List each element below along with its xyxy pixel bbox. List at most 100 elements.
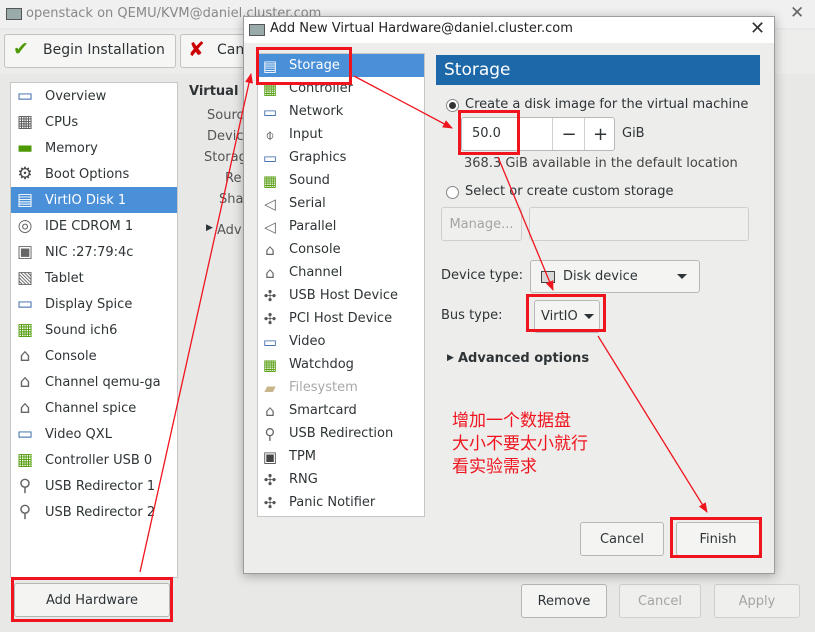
hardware-type-item[interactable]: ✣ Panic Notifier — [258, 491, 424, 514]
hardware-type-label: Console — [289, 242, 341, 257]
hardware-type-label: RNG — [289, 472, 318, 487]
manage-button[interactable]: Manage... — [441, 207, 522, 241]
hardware-item[interactable]: ▦ Sound ich6 — [11, 317, 177, 343]
disk-size-unit: GiB — [622, 126, 645, 141]
mouse-icon: ⌽ — [265, 125, 275, 144]
hardware-item[interactable]: ▦ CPUs — [11, 109, 177, 135]
tpm-icon: ▣ — [262, 447, 278, 466]
custom-storage-path-input[interactable] — [529, 207, 749, 241]
network-card-icon: ▣ — [16, 242, 34, 262]
hardware-type-item[interactable]: ▣ TPM — [258, 445, 424, 468]
hardware-type-item[interactable]: ⌂ Channel — [258, 261, 424, 284]
dialog-app-icon — [249, 24, 265, 36]
hardware-type-item[interactable]: ◁ Parallel — [258, 215, 424, 238]
hardware-type-label: Network — [289, 104, 344, 119]
add-hardware-dialog: Add New Virtual Hardware@daniel.cluster.… — [243, 16, 775, 574]
hardware-type-item[interactable]: ▭ Graphics — [258, 146, 424, 169]
bus-type-label: Bus type: — [441, 308, 503, 323]
highlight-storage — [256, 47, 352, 85]
disk-icon: ▤ — [16, 190, 34, 210]
hardware-type-item[interactable]: ◁ Serial — [258, 192, 424, 215]
custom-storage-radio[interactable] — [446, 186, 459, 199]
device-type-label: Device type: — [441, 268, 524, 283]
hardware-item[interactable]: ⚲ USB Redirector 2 — [11, 499, 177, 525]
hardware-type-item[interactable]: ⌽ Input — [258, 123, 424, 146]
cancel-installation-button[interactable]: ✘ Cancel — [180, 34, 252, 68]
hardware-type-item[interactable]: ⌂ Console — [258, 238, 424, 261]
hardware-item[interactable]: ▭ Display Spice — [11, 291, 177, 317]
hardware-type-label: TPM — [289, 449, 316, 464]
hardware-item[interactable]: ⌂ Channel spice — [11, 395, 177, 421]
hardware-item-label: Channel qemu-ga — [45, 374, 161, 390]
hardware-type-item[interactable]: ✣ USB Host Device — [258, 284, 424, 307]
begin-installation-button[interactable]: ✔ Begin Installation — [4, 34, 176, 68]
usb-redirection-icon: ⚲ — [264, 424, 276, 443]
hardware-type-item[interactable]: ✣ PCI Host Device — [258, 307, 424, 330]
custom-storage-label: Select or create custom storage — [465, 184, 674, 199]
highlight-add-hardware — [11, 577, 173, 622]
hardware-item[interactable]: ◎ IDE CDROM 1 — [11, 213, 177, 239]
hardware-item[interactable]: ▧ Tablet — [11, 265, 177, 291]
details-source-label: Sourc — [207, 108, 244, 123]
hardware-item[interactable]: ▭ Overview — [11, 83, 177, 109]
hardware-item[interactable]: ▭ Video QXL — [11, 421, 177, 447]
hardware-type-label: Smartcard — [289, 403, 357, 418]
annotation-line-3: 看实验需求 — [452, 457, 537, 477]
hardware-item[interactable]: ⚙ Boot Options — [11, 161, 177, 187]
increase-size-button[interactable]: + — [584, 118, 616, 150]
hardware-list[interactable]: ▭ Overview ▦ CPUs ▬ Memory ⚙ Boot Options ▤ VirtI… — [10, 82, 178, 578]
hardware-item[interactable]: ▦ Controller USB 0 — [11, 447, 177, 473]
hardware-type-item[interactable]: ⌂ Smartcard — [258, 399, 424, 422]
channel-icon: ⌂ — [19, 372, 31, 392]
details-advanced-expander-icon[interactable]: ▶ — [206, 223, 213, 233]
dialog-cancel-button[interactable]: Cancel — [580, 522, 664, 556]
hardware-type-label: Panic Notifier — [289, 495, 376, 510]
decrease-size-button[interactable]: − — [552, 118, 585, 150]
network-icon: ▭ — [262, 102, 278, 121]
hardware-item[interactable]: ⚲ USB Redirector 1 — [11, 473, 177, 499]
hardware-item-label: VirtIO Disk 1 — [45, 192, 127, 208]
console-icon: ⌂ — [265, 240, 275, 259]
channel-icon: ⌂ — [19, 398, 31, 418]
disk-device-icon — [541, 270, 555, 283]
hardware-item[interactable]: ⌂ Console — [11, 343, 177, 369]
device-type-combo[interactable]: Disk device — [530, 260, 700, 293]
bottom-cancel-button[interactable]: Cancel — [619, 584, 701, 618]
hardware-type-label: Watchdog — [289, 357, 354, 372]
hardware-type-label: Graphics — [289, 150, 347, 165]
remove-button[interactable]: Remove — [521, 584, 607, 618]
hardware-type-label: Serial — [289, 196, 326, 211]
parallel-icon: ◁ — [264, 217, 276, 236]
checkmark-icon: ✔ — [13, 38, 29, 60]
hardware-type-item[interactable]: ▭ Video — [258, 330, 424, 353]
hardware-item[interactable]: ▣ NIC :27:79:4c — [11, 239, 177, 265]
advanced-options-expander-icon[interactable]: ▶ — [447, 353, 454, 363]
dialog-title: Add New Virtual Hardware@daniel.cluster.… — [270, 21, 573, 36]
hardware-type-item[interactable]: ▭ Network — [258, 100, 424, 123]
hardware-item-label: Tablet — [45, 270, 84, 286]
hardware-item[interactable]: ⌂ Channel qemu-ga — [11, 369, 177, 395]
hardware-type-item[interactable]: ▦ Sound — [258, 169, 424, 192]
main-window-close-icon[interactable]: ✕ — [790, 3, 804, 23]
available-space-text: 368.3 GiB available in the default locat… — [464, 156, 738, 171]
serial-icon: ◁ — [264, 194, 276, 213]
begin-installation-label: Begin Installation — [43, 42, 165, 58]
window-app-icon — [6, 8, 22, 20]
hardware-item[interactable]: ▬ Memory — [11, 135, 177, 161]
hardware-item[interactable]: ▤ VirtIO Disk 1 — [11, 187, 177, 213]
watchdog-icon: ▦ — [262, 355, 278, 374]
hardware-type-item[interactable]: ⚲ USB Redirection — [258, 422, 424, 445]
hardware-type-item[interactable]: ▦ Watchdog — [258, 353, 424, 376]
advanced-options-label[interactable]: Advanced options — [458, 351, 589, 366]
dialog-close-icon[interactable]: ✕ — [750, 18, 765, 39]
highlight-finish — [670, 517, 762, 558]
video-icon: ▭ — [262, 332, 278, 351]
hardware-type-list[interactable]: ▤ Storage ▦ Controller ▭ Network ⌽ Input ▭ Graphi… — [257, 53, 425, 517]
channel-icon: ⌂ — [265, 263, 275, 282]
panic-icon: ✣ — [263, 493, 277, 512]
hardware-type-item[interactable]: ✣ RNG — [258, 468, 424, 491]
apply-button[interactable]: Apply — [714, 584, 800, 618]
hardware-item-label: Display Spice — [45, 296, 133, 312]
display-icon: ▭ — [16, 294, 34, 314]
graphics-icon: ▭ — [262, 148, 278, 167]
